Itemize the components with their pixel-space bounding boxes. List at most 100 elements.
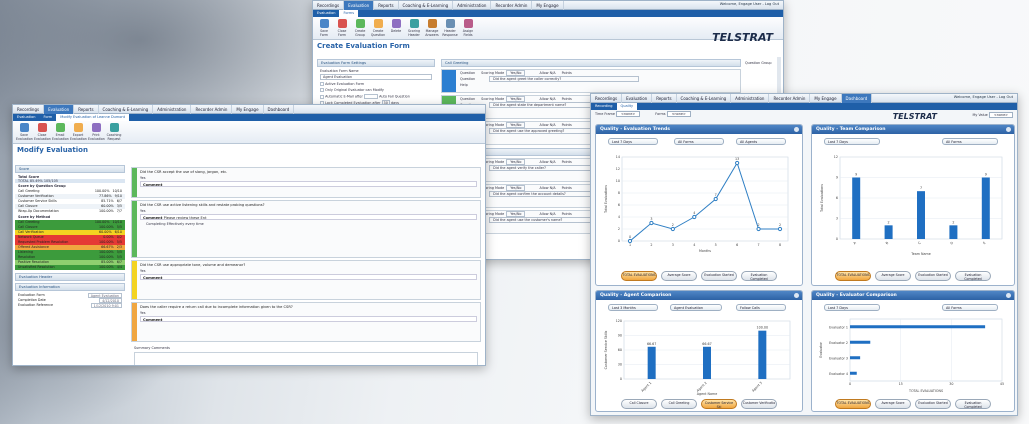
subtab-evaluation[interactable]: Evaluation — [13, 114, 39, 121]
tab-administration[interactable]: Administration — [731, 94, 770, 103]
metric-button-customer-verificatio[interactable]: Customer Verificatio — [741, 399, 777, 409]
subtab-forms[interactable]: Forms — [339, 10, 359, 17]
tab-recorder-admin[interactable]: Recorder Admin — [491, 1, 533, 10]
comment-field[interactable]: Comment — [140, 274, 477, 280]
tab-recorder-admin[interactable]: Recorder Admin — [191, 105, 233, 114]
comment-field[interactable]: Comment — [140, 316, 477, 322]
panel-menu-icon[interactable] — [1006, 127, 1011, 132]
subtab-recording[interactable]: Recording — [591, 103, 617, 110]
tab-my-engage[interactable]: My Engage — [532, 1, 564, 10]
subtab-evaluation[interactable]: Evaluation — [313, 10, 339, 17]
ribbon-close-form-button[interactable]: Close Form — [334, 19, 350, 37]
ribbon-create-question-button[interactable]: Create Question — [370, 19, 386, 37]
panel-menu-icon[interactable] — [794, 293, 799, 298]
ribbon-manage-answers-button[interactable]: Manage Answers — [424, 19, 440, 37]
metric-button-average-score[interactable]: Average Score — [875, 399, 911, 409]
ribbon-print-evaluation-button[interactable]: Print Evaluation — [88, 123, 105, 141]
summary-textarea[interactable] — [134, 352, 478, 365]
metric-button-total-evaluations[interactable]: TOTAL EVALUATIONS — [835, 399, 871, 409]
subtab-modify[interactable]: Modify Evaluation of Leanne Dumont — [56, 114, 130, 121]
sub-answer[interactable]: Completing Effectively every time — [132, 221, 480, 227]
time-frame-select[interactable]: <none> — [616, 111, 641, 117]
period-dropdown[interactable]: Last 7 Days — [824, 304, 880, 311]
period-dropdown[interactable]: Last 3 Months — [608, 304, 658, 311]
ribbon-email-evaluation-button[interactable]: Email Evaluation — [52, 123, 69, 141]
my-value-select[interactable]: <none> — [988, 112, 1013, 118]
ribbon-delete-button[interactable]: Delete — [388, 19, 404, 37]
tab-coaching-e-learning[interactable]: Coaching & E-Learning — [99, 105, 154, 114]
forms-dropdown[interactable]: All Forms — [674, 138, 724, 145]
tab-reports[interactable]: Reports — [652, 94, 677, 103]
answer-value[interactable]: Yes — [132, 269, 480, 273]
metric-button-average-score[interactable]: Average Score — [661, 271, 697, 281]
evaluation-info-header[interactable]: Evaluation Information — [15, 283, 125, 291]
period-dropdown[interactable]: Last 7 Days — [608, 138, 658, 145]
comment-field[interactable]: Comment — [140, 181, 477, 187]
tab-recordings[interactable]: Recordings — [313, 1, 345, 10]
metric-button-evaluation-completed[interactable]: Evaluation Completed — [955, 271, 991, 281]
tab-evaluation[interactable]: Evaluation — [344, 1, 375, 10]
metric-button-evaluation-started[interactable]: Evaluation Started — [915, 399, 951, 409]
tab-administration[interactable]: Administration — [153, 105, 192, 114]
subtab-quality[interactable]: Quality — [616, 103, 638, 110]
metric-button-average-score[interactable]: Average Score — [875, 271, 911, 281]
metric-button-evaluation-completed[interactable]: Evaluation Completed — [741, 271, 777, 281]
ribbon-coaching-request-button[interactable]: Coaching Request — [106, 123, 122, 141]
ribbon-create-group-button[interactable]: Create Group — [352, 19, 368, 37]
option-email[interactable]: Automatic E-Mail after Auto Fail Questio… — [317, 93, 435, 100]
ribbon-save-form-button[interactable]: Save Form — [316, 19, 332, 37]
info-value[interactable]: 1/12/2010 9:01 — [90, 303, 122, 308]
forms-dropdown[interactable]: All Forms — [942, 138, 998, 145]
ribbon-scoring-header-button[interactable]: Scoring Header — [406, 19, 422, 37]
tab-recorder-admin[interactable]: Recorder Admin — [769, 94, 811, 103]
metric-button-customer-service-ski[interactable]: Customer Service Ski — [701, 399, 737, 409]
forms-select[interactable]: <none> — [666, 111, 691, 117]
ribbon-export-evaluation-button[interactable]: Export Evaluation — [70, 123, 87, 141]
tab-recordings[interactable]: Recordings — [13, 105, 45, 114]
tab-coaching-e-learning[interactable]: Coaching & E-Learning — [677, 94, 732, 103]
answer-value[interactable]: Yes — [132, 209, 480, 213]
tab-reports[interactable]: Reports — [74, 105, 99, 114]
ribbon-header-response-button[interactable]: Header Response — [442, 19, 458, 37]
tab-my-engage[interactable]: My Engage — [232, 105, 264, 114]
metric-button-evaluation-started[interactable]: Evaluation Started — [915, 271, 951, 281]
answer-value[interactable]: Yes — [132, 311, 480, 315]
score-header[interactable]: Score — [15, 165, 125, 173]
form-name-input[interactable]: Agent Evaluation — [320, 74, 432, 80]
tab-evaluation[interactable]: Evaluation — [44, 105, 75, 114]
subtab-form[interactable]: Form — [39, 114, 56, 121]
metric-button-total-evaluations[interactable]: TOTAL EVALUATIONS — [621, 271, 657, 281]
metric-button-call-greeting[interactable]: Call Greeting — [661, 399, 697, 409]
tab-reports[interactable]: Reports — [374, 1, 399, 10]
evaluator-bar-chart: 0 15 30 45 Evaluator 1 Evaluator 2 Evaluator 3… — [819, 318, 1004, 393]
group-dropdown[interactable]: Follow Calls — [736, 304, 786, 311]
tab-evaluation[interactable]: Evaluation — [622, 94, 653, 103]
ribbon-close-evaluation-button[interactable]: Close Evaluation — [34, 123, 51, 141]
form-dropdown[interactable]: Agent Evaluation — [670, 304, 722, 311]
metric-button-call-closure[interactable]: Call Closure — [621, 399, 657, 409]
question-text[interactable]: Did the agent greet the caller correctly… — [489, 76, 640, 82]
period-dropdown[interactable]: Last 7 Days — [824, 138, 880, 145]
tab-recordings[interactable]: Recordings — [591, 94, 623, 103]
tab-administration[interactable]: Administration — [453, 1, 492, 10]
tab-dashboard[interactable]: Dashboard — [841, 94, 873, 103]
forms-dropdown[interactable]: All Forms — [942, 304, 998, 311]
group-header-greeting[interactable]: Call Greeting — [441, 59, 741, 67]
comment-field[interactable]: Comment Please review these Ent — [140, 214, 477, 220]
ribbon-assign-fields-button[interactable]: Assign Fields — [460, 19, 476, 37]
tab-coaching-e-learning[interactable]: Coaching & E-Learning — [399, 1, 454, 10]
answer-value[interactable]: Yes — [132, 176, 480, 180]
ribbon-save-evaluation-button[interactable]: Save Evaluation — [16, 123, 33, 141]
allow-na-label: Allow N/A — [539, 123, 556, 127]
score-points: 7/7 — [116, 209, 122, 213]
tab-my-engage[interactable]: My Engage — [810, 94, 842, 103]
panel-menu-icon[interactable] — [794, 127, 799, 132]
panel-menu-icon[interactable] — [1006, 293, 1011, 298]
tab-dashboard[interactable]: Dashboard — [264, 105, 295, 114]
metric-button-evaluation-started[interactable]: Evaluation Started — [701, 271, 737, 281]
settings-header[interactable]: Evaluation Form Settings — [317, 59, 435, 67]
metric-button-evaluation-completed[interactable]: Evaluation Completed — [955, 399, 991, 409]
agents-dropdown[interactable]: All Agents — [736, 138, 786, 145]
metric-button-total-evaluations[interactable]: TOTAL EVALUATIONS — [835, 271, 871, 281]
evaluation-header[interactable]: Evaluation Header — [15, 273, 125, 281]
